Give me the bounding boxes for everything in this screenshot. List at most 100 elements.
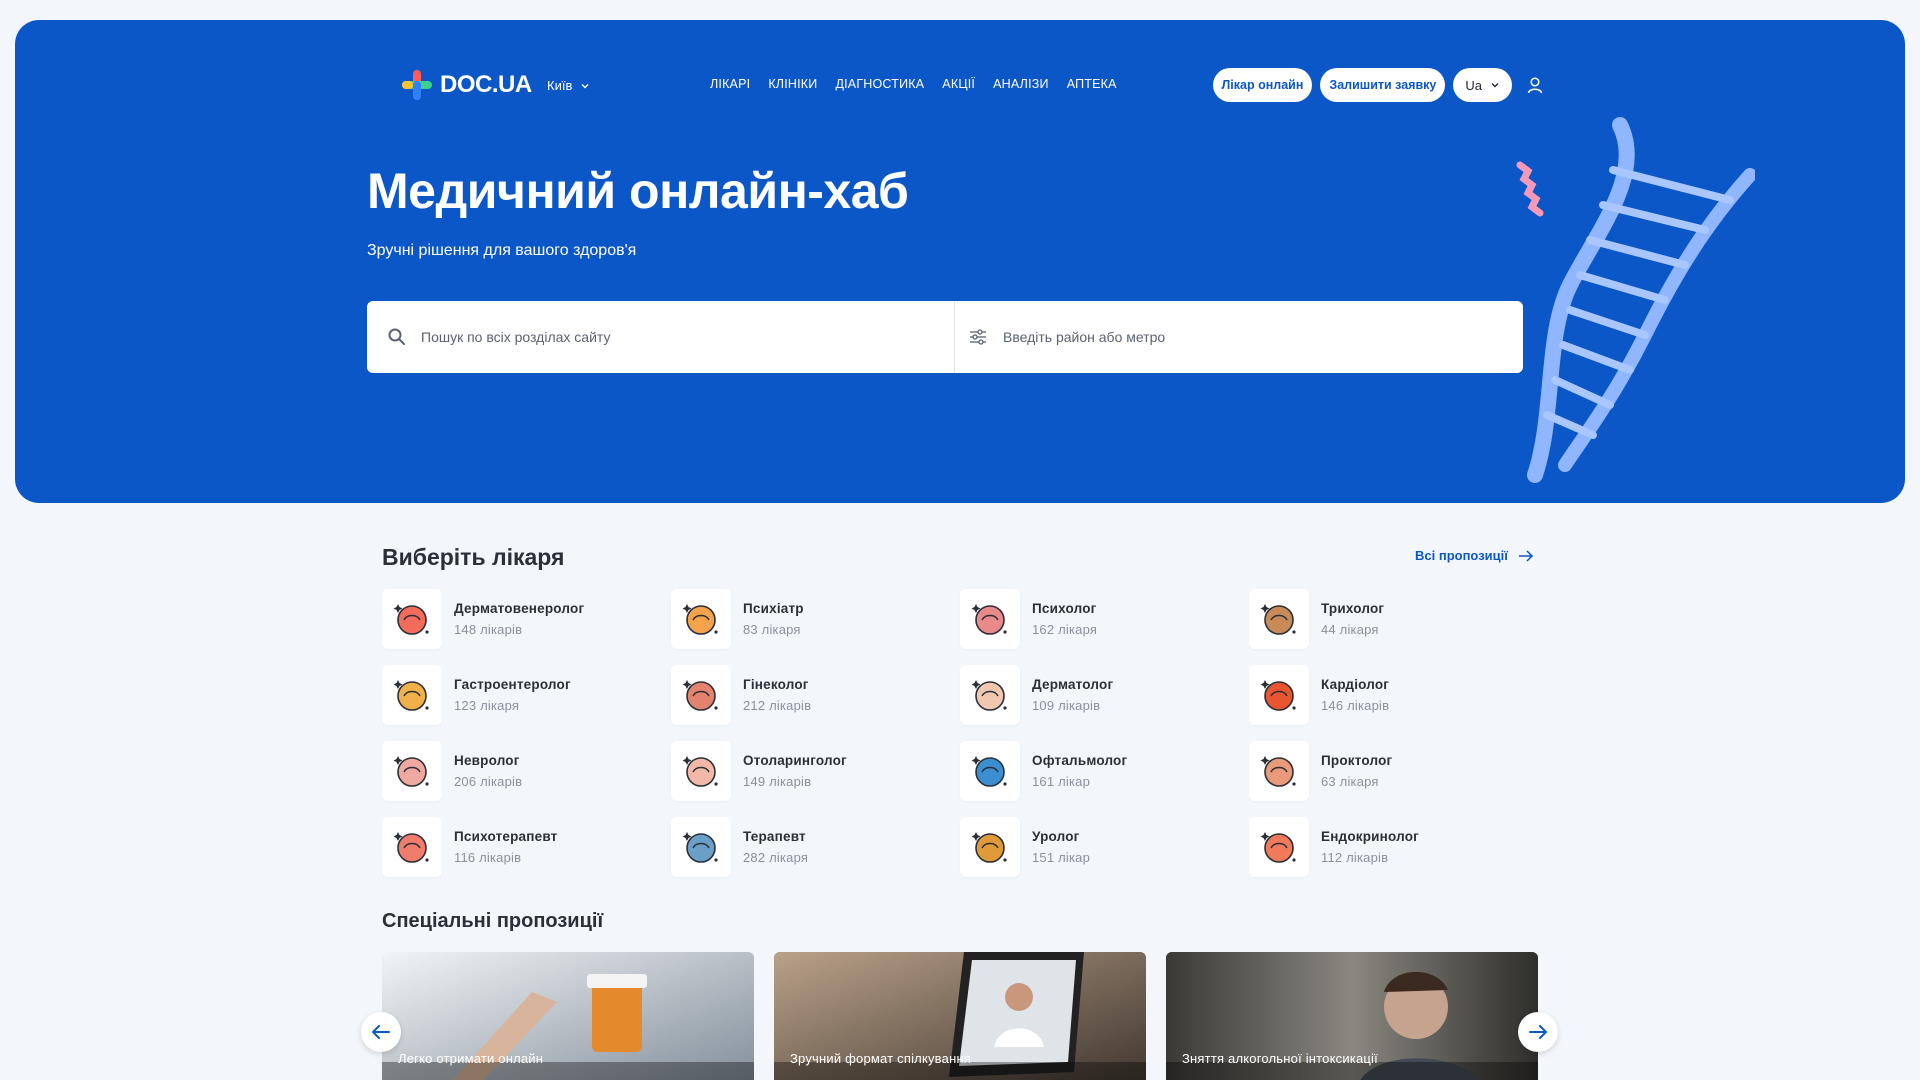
doctor-count: 161 лікар [1032, 774, 1091, 789]
offer-caption: Зручний формат спілкування [790, 1051, 972, 1066]
language-label: Ua [1465, 77, 1482, 93]
specialty-name: Отоларинголог [743, 753, 847, 768]
search-input[interactable] [421, 329, 941, 345]
specialty-name: Офтальмолог [1032, 753, 1128, 768]
location-field-wrap [955, 301, 1523, 373]
doctor-count: 116 лікарів [454, 850, 522, 865]
menu-item-diagnostics[interactable]: ДІАГНОСТИКА [835, 77, 924, 91]
doctor-count: 206 лікарів [454, 774, 523, 789]
arrow-right-icon [1518, 549, 1533, 562]
menu-item-analyses[interactable]: АНАЛІЗИ [993, 77, 1049, 91]
specialty-name: Невролог [454, 753, 520, 768]
kidney-icon [960, 817, 1020, 877]
specialty-name: Психолог [1032, 601, 1097, 616]
page-subtitle: Зручні рішення для вашого здоров'я [367, 242, 637, 259]
doctor-specialty-item[interactable]: Психіатр 83 лікаря [671, 589, 960, 649]
offer-card[interactable]: Зручний формат спілкування [774, 952, 1146, 1080]
head-heart-icon [382, 817, 442, 877]
nav-actions: Лікар онлайн Залишити заявку Ua [1212, 68, 1550, 102]
uterus-icon [671, 665, 731, 725]
doctor-specialty-item[interactable]: Психолог 162 лікаря [960, 589, 1249, 649]
menu-item-doctors[interactable]: ЛІКАРІ [710, 77, 750, 91]
doctor-specialty-item[interactable]: Офтальмолог 161 лікар [960, 741, 1249, 801]
doctor-specialty-item[interactable]: Терапевт 282 лікаря [671, 817, 960, 877]
doctor-specialty-item[interactable]: Проктолог 63 лікаря [1249, 741, 1538, 801]
specialty-name: Психотерапевт [454, 829, 558, 844]
doctor-count: 63 лікаря [1321, 774, 1379, 789]
doctor-count: 123 лікаря [454, 698, 520, 713]
online-doctor-button[interactable]: Лікар онлайн [1212, 68, 1313, 102]
doctor-count: 83 лікаря [743, 622, 801, 637]
city-selector[interactable]: Київ [547, 78, 590, 93]
specialty-name: Кардіолог [1321, 677, 1390, 692]
filter-sliders-icon[interactable] [969, 328, 987, 346]
specialty-name: Уролог [1032, 829, 1080, 844]
doctor-specialty-text: Невролог 206 лікарів [454, 753, 522, 789]
doctor-specialty-item[interactable]: Невролог 206 лікарів [382, 741, 671, 801]
doctor-specialty-item[interactable]: Ендокринолог 112 лікарів [1249, 817, 1538, 877]
doctor-specialty-item[interactable]: Гастроентеролог 123 лікаря [382, 665, 671, 725]
doctor-specialty-text: Психолог 162 лікаря [1032, 601, 1097, 637]
doctor-specialty-text: Отоларинголог 149 лікарів [743, 753, 847, 789]
nose-icon [671, 741, 731, 801]
hero-banner: DOC.UA Київ ЛІКАРІ КЛІНІКИ ДІАГНОСТИКА А… [15, 20, 1905, 503]
carousel-prev-button[interactable] [361, 1012, 401, 1052]
menu-item-promotions[interactable]: АКЦІЇ [942, 77, 975, 91]
specialty-name: Психіатр [743, 601, 804, 616]
offer-caption: Легко отримати онлайн [398, 1051, 544, 1066]
doctor-specialty-item[interactable]: Гінеколог 212 лікарів [671, 665, 960, 725]
top-navigation: DOC.UA Київ ЛІКАРІ КЛІНІКИ ДІАГНОСТИКА А… [382, 50, 1550, 120]
eye-icon [960, 741, 1020, 801]
doctor-specialty-item[interactable]: Психотерапевт 116 лікарів [382, 817, 671, 877]
chevron-down-icon [1491, 83, 1499, 88]
specialty-name: Дерматовенеролог [454, 601, 585, 616]
specialty-name: Гастроентеролог [454, 677, 571, 692]
prescription-icon [671, 589, 731, 649]
thyroid-icon [1249, 817, 1309, 877]
special-offers-carousel: Легко отримати онлайн Зручний формат спі… [382, 952, 1538, 1080]
offer-card[interactable]: Зняття алкогольної інтоксикації [1166, 952, 1538, 1080]
face-icon [960, 665, 1020, 725]
specialty-name: Трихолог [1321, 601, 1385, 616]
doctor-specialty-item[interactable]: Трихолог 44 лікаря [1249, 589, 1538, 649]
specialty-name: Дерматолог [1032, 677, 1114, 692]
logo-cross-icon [402, 70, 432, 100]
all-offers-label: Всі пропозиції [1415, 548, 1508, 563]
doctor-specialty-item[interactable]: Кардіолог 146 лікарів [1249, 665, 1538, 725]
offer-card[interactable]: Легко отримати онлайн [382, 952, 754, 1080]
search-icon [388, 328, 405, 345]
language-selector[interactable]: Ua [1453, 68, 1512, 102]
doctor-specialty-item[interactable]: Уролог 151 лікар [960, 817, 1249, 877]
doctor-specialty-text: Терапевт 282 лікаря [743, 829, 808, 865]
search-field-wrap [367, 301, 955, 373]
carousel-next-button[interactable] [1518, 1012, 1558, 1052]
logo[interactable]: DOC.UA [402, 70, 532, 100]
user-icon[interactable] [1520, 70, 1550, 100]
doctor-count: 282 лікаря [743, 850, 809, 865]
doctor-specialty-item[interactable]: Отоларинголог 149 лікарів [671, 741, 960, 801]
doctor-specialty-text: Психіатр 83 лікаря [743, 601, 804, 637]
doctor-specialty-text: Дерматовенеролог 148 лікарів [454, 601, 584, 637]
specialty-name: Гінеколог [743, 677, 809, 692]
doctor-count: 109 лікарів [1032, 698, 1101, 713]
chevron-down-icon [581, 83, 589, 88]
stomach-icon [382, 665, 442, 725]
doctor-count: 112 лікарів [1321, 850, 1389, 865]
doctors-section-title: Виберіть лікаря [382, 544, 565, 570]
doctor-count: 148 лікарів [454, 622, 523, 637]
menu-item-pharmacy[interactable]: АПТЕКА [1067, 77, 1117, 91]
location-input[interactable] [1003, 329, 1523, 345]
doctor-specialty-item[interactable]: Дерматолог 109 лікарів [960, 665, 1249, 725]
specialty-name: Проктолог [1321, 753, 1393, 768]
leave-request-button[interactable]: Залишити заявку [1320, 68, 1446, 102]
doctor-specialties-grid: Дерматовенеролог 148 лікарів Психіатр 83 лі… [382, 589, 1542, 893]
doctor-specialty-text: Гастроентеролог 123 лікаря [454, 677, 571, 713]
ribbon-icon [382, 589, 442, 649]
arrow-left-icon [372, 1025, 390, 1039]
city-label: Київ [547, 78, 573, 93]
all-offers-link[interactable]: Всі пропозиції [1415, 548, 1534, 563]
doctor-count: 149 лікарів [743, 774, 812, 789]
doctor-specialty-item[interactable]: Дерматовенеролог 148 лікарів [382, 589, 671, 649]
menu-item-clinics[interactable]: КЛІНІКИ [768, 77, 817, 91]
offer-caption: Зняття алкогольної інтоксикації [1182, 1051, 1378, 1066]
